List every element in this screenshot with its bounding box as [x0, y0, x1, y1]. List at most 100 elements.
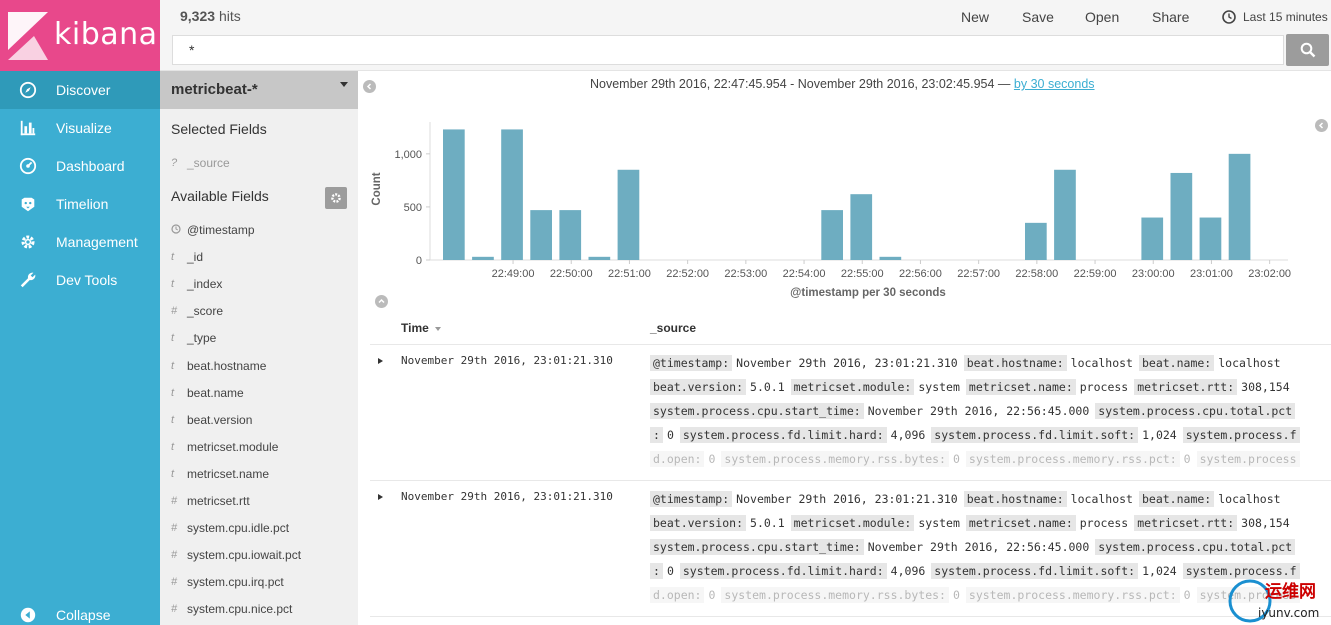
- source-value: process: [1079, 516, 1129, 530]
- source-key: metricset.module:: [790, 515, 915, 531]
- date-type-icon: [171, 223, 187, 237]
- source-value: localhost: [1218, 492, 1281, 506]
- chevron-up-icon: [378, 298, 385, 304]
- field-item[interactable]: t _index: [171, 277, 222, 291]
- field-item[interactable]: t beat.hostname: [171, 359, 266, 373]
- kibana-app: kibana Discover Visualize Dashboard Time…: [0, 0, 1331, 625]
- source-line: beat.version: 5.0.1 metricset.module: syste…: [650, 377, 1330, 401]
- discover-main: November 29th 2016, 22:47:45.954 - Novem…: [358, 71, 1331, 625]
- nav-item-visualize[interactable]: Visualize: [0, 109, 160, 147]
- field-name: _id: [187, 250, 204, 265]
- nav-item-discover[interactable]: Discover: [0, 71, 160, 109]
- open-button[interactable]: Open: [1085, 9, 1119, 25]
- x-tick-label: 23:01:00: [1190, 268, 1233, 280]
- share-button[interactable]: Share: [1152, 9, 1189, 25]
- source-value: November 29th 2016, 23:01:21.310: [736, 492, 958, 506]
- source-key: system.process.fd.limit.hard:: [679, 427, 887, 443]
- field-item[interactable]: # system.cpu.iowait.pct: [171, 548, 301, 562]
- nav-item-dev-tools[interactable]: Dev Tools: [0, 261, 160, 299]
- row-divider: [370, 480, 1331, 481]
- field-name: beat.version: [187, 412, 253, 427]
- histogram-bar: [879, 256, 902, 260]
- source-key: system.process.memory.rss.bytes:: [721, 451, 949, 467]
- field-name: system.cpu.iowait.pct: [187, 548, 302, 563]
- field-item[interactable]: @timestamp: [171, 223, 255, 237]
- source-key: system.process.memory.rss.bytes:: [721, 587, 949, 603]
- source-value: 5.0.1: [750, 516, 785, 530]
- field-item-source[interactable]: ? _source: [171, 156, 230, 170]
- field-item[interactable]: t _type: [171, 331, 216, 345]
- histogram-bar: [501, 129, 523, 260]
- field-settings-button[interactable]: [325, 187, 347, 209]
- source-key: beat.hostname:: [963, 355, 1067, 371]
- source-value: 308,154: [1241, 516, 1290, 530]
- number-type-icon: #: [171, 603, 178, 616]
- nav-item-timelion[interactable]: Timelion: [0, 185, 160, 223]
- field-name: _type: [187, 331, 217, 346]
- field-item[interactable]: t beat.name: [171, 386, 244, 400]
- source-value: 0: [708, 588, 716, 602]
- number-type-icon: #: [171, 522, 178, 535]
- field-name: beat.name: [187, 385, 244, 400]
- source-key: beat.name:: [1138, 355, 1215, 371]
- search-button[interactable]: [1286, 34, 1329, 66]
- number-type-icon: #: [171, 305, 178, 318]
- field-item[interactable]: # _score: [171, 304, 223, 318]
- field-name: metricset.name: [187, 466, 270, 481]
- toggle-sidebar-button[interactable]: [363, 80, 376, 93]
- histogram-bar: [443, 129, 465, 260]
- interval-link[interactable]: by 30 seconds: [1014, 77, 1095, 91]
- new-button[interactable]: New: [961, 9, 989, 25]
- document-source: @timestamp: November 29th 2016, 23:01:21.…: [650, 353, 1330, 473]
- source-key: @timestamp:: [650, 355, 733, 371]
- source-value: 0: [708, 452, 716, 466]
- column-header-time[interactable]: Time: [401, 321, 442, 335]
- x-tick-label: 22:53:00: [724, 268, 767, 280]
- histogram-bar: [1228, 153, 1251, 260]
- x-tick-label: 22:50:00: [550, 268, 593, 280]
- source-key: system.process.cpu.total.pct: [1095, 403, 1296, 419]
- source-value: 308,154: [1241, 380, 1290, 394]
- search-input[interactable]: *: [172, 35, 1284, 65]
- field-name: system.cpu.nice.pct: [187, 602, 293, 617]
- nav-item-management[interactable]: Management: [0, 223, 160, 261]
- field-item[interactable]: # metricset.rtt: [171, 494, 250, 508]
- header-divider: [370, 344, 1331, 345]
- source-line: system.process.cpu.start_time: November 2…: [650, 537, 1330, 561]
- source-value: localhost: [1218, 356, 1281, 370]
- save-button[interactable]: Save: [1022, 9, 1054, 25]
- field-item[interactable]: t beat.version: [171, 413, 252, 427]
- source-value: November 29th 2016, 22:56:45.000: [867, 404, 1090, 418]
- nav-item-dashboard[interactable]: Dashboard: [0, 147, 160, 185]
- field-item[interactable]: t _id: [171, 250, 203, 264]
- expand-row-icon[interactable]: [378, 358, 383, 364]
- wrench-icon: [20, 272, 36, 288]
- expand-row-icon[interactable]: [378, 494, 383, 500]
- collapse-chart-button[interactable]: [375, 295, 388, 308]
- source-value: system: [918, 516, 960, 530]
- time-picker[interactable]: Last 15 minutes: [1222, 10, 1328, 24]
- kibana-logo[interactable]: kibana: [0, 0, 160, 71]
- field-item[interactable]: t metricset.module: [171, 440, 278, 454]
- source-value: 0: [952, 588, 960, 602]
- source-value: localhost: [1070, 356, 1133, 370]
- source-key: system.process.memory.rss.pct:: [965, 451, 1180, 467]
- index-pattern-selector[interactable]: metricbeat-*: [160, 71, 358, 109]
- source-key: metricset.rtt:: [1134, 379, 1238, 395]
- index-pattern-name: metricbeat-*: [171, 81, 258, 98]
- nav-item-label: Management: [56, 234, 138, 250]
- x-tick-label: 22:56:00: [899, 268, 942, 280]
- field-name: metricset.rtt: [187, 494, 250, 508]
- field-item[interactable]: # system.cpu.idle.pct: [171, 521, 289, 535]
- collapse-button[interactable]: Collapse: [0, 597, 160, 625]
- source-key: system.process: [1196, 451, 1300, 467]
- source-value: 1,024: [1142, 564, 1177, 578]
- column-header-source[interactable]: _source: [650, 321, 696, 335]
- kibana-logo-icon: [8, 12, 48, 60]
- field-item[interactable]: t metricset.name: [171, 467, 269, 481]
- field-item[interactable]: # system.cpu.nice.pct: [171, 602, 292, 616]
- chart-toggle-button[interactable]: [1315, 119, 1328, 132]
- collapse-label: Collapse: [56, 607, 111, 623]
- nav-item-label: Timelion: [56, 196, 109, 212]
- field-item[interactable]: # system.cpu.irq.pct: [171, 575, 284, 589]
